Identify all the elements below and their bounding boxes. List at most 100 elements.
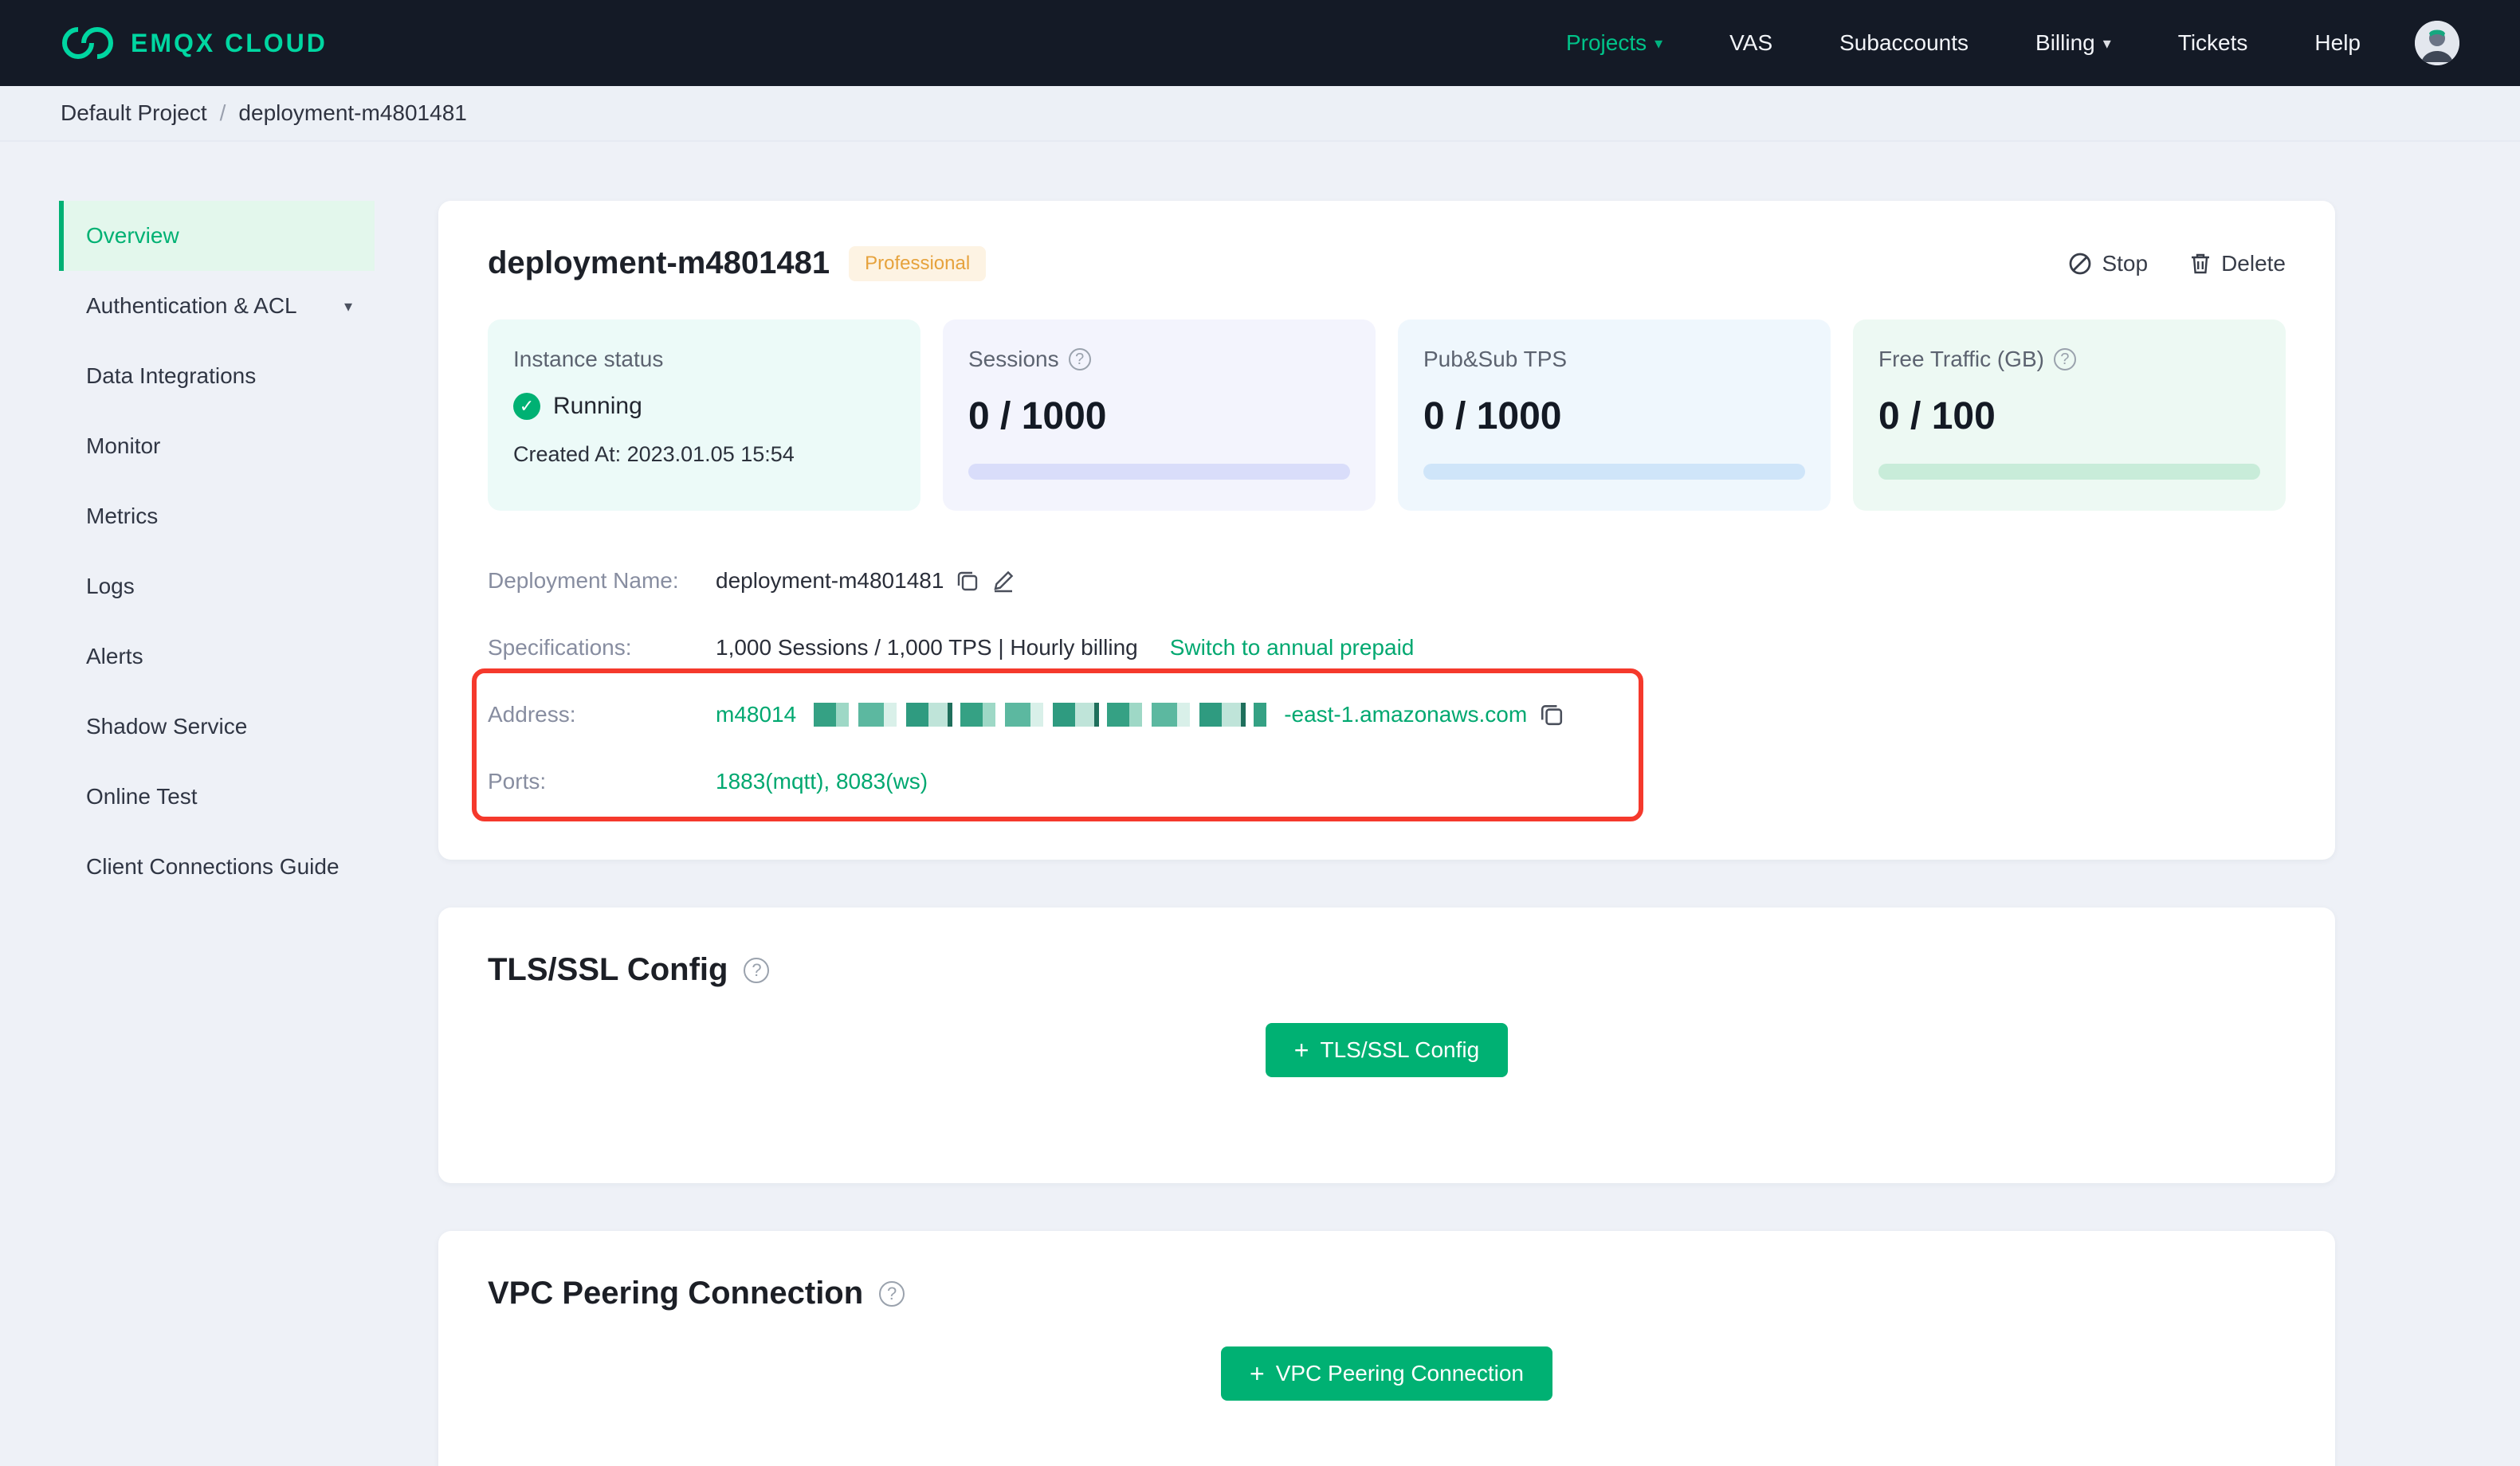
ports-label: Ports:	[488, 769, 547, 794]
sidebar-item-authentication-acl[interactable]: Authentication & ACL ▾	[59, 271, 375, 341]
tls-ssl-header: TLS/SSL Config ?	[488, 952, 2286, 988]
sidebar-item-online-test[interactable]: Online Test	[59, 762, 375, 832]
add-vpc-peering-button[interactable]: + VPC Peering Connection	[1221, 1346, 1552, 1401]
nav-items: Projects ▾ VAS Subaccounts Billing ▾ Tic…	[1566, 30, 2361, 56]
sessions-progress-bar	[968, 464, 1350, 480]
stat-value: 0 / 1000	[1423, 395, 1562, 437]
specifications-label: Specifications:	[488, 635, 632, 660]
avatar[interactable]	[2415, 21, 2459, 65]
tps-progress-bar	[1423, 464, 1805, 480]
status-badge: ✓ Running	[513, 393, 895, 420]
sidebar-item-monitor[interactable]: Monitor	[59, 411, 375, 481]
nav-item-vas-label: VAS	[1729, 30, 1773, 55]
app: EMQX CLOUD Projects ▾ VAS Subaccounts Bi…	[0, 0, 2520, 1466]
plus-icon: +	[1250, 1359, 1265, 1388]
chevron-down-icon: ▾	[343, 297, 352, 316]
switch-annual-prepaid-link[interactable]: Switch to annual prepaid	[1170, 635, 1415, 660]
nav-item-tickets[interactable]: Tickets	[2178, 30, 2248, 56]
edit-icon[interactable]	[991, 569, 1015, 593]
stat-label: Instance status	[513, 347, 664, 371]
vpc-peering-card: VPC Peering Connection ? + VPC Peering C…	[438, 1231, 2335, 1466]
status-text: Running	[553, 393, 642, 419]
nav-item-billing[interactable]: Billing ▾	[2035, 30, 2111, 56]
nav-item-projects[interactable]: Projects ▾	[1566, 30, 1662, 56]
brand-name: EMQX CLOUD	[131, 28, 328, 57]
add-vpc-peering-label: VPC Peering Connection	[1275, 1361, 1524, 1386]
deployment-name-row: Deployment Name: deployment-m4801481	[488, 547, 2286, 614]
sidebar-item-label: Data Integrations	[86, 363, 257, 388]
page-title: deployment-m4801481	[488, 245, 830, 280]
help-icon[interactable]: ?	[1068, 348, 1091, 370]
nav-item-subaccounts-label: Subaccounts	[1839, 30, 1969, 55]
sidebar-item-metrics[interactable]: Metrics	[59, 481, 375, 551]
add-tls-ssl-config-label: TLS/SSL Config	[1320, 1037, 1480, 1062]
help-icon[interactable]: ?	[879, 1280, 905, 1307]
stat-label-text: Free Traffic (GB)	[1878, 347, 2044, 371]
sidebar-item-label: Client Connections Guide	[86, 854, 340, 879]
sidebar-item-label: Authentication & ACL	[86, 293, 297, 318]
specifications-value-wrap: 1,000 Sessions / 1,000 TPS | Hourly bill…	[716, 635, 1414, 660]
breadcrumb-project[interactable]: Default Project	[61, 100, 207, 126]
brand[interactable]: EMQX CLOUD	[61, 24, 328, 62]
address-suffix: -east-1.amazonaws.com	[1284, 702, 1528, 727]
sidebar-item-logs[interactable]: Logs	[59, 551, 375, 621]
breadcrumb-page: deployment-m4801481	[238, 100, 467, 125]
deployment-details: Deployment Name: deployment-m4801481 Spe…	[472, 547, 2286, 821]
ports-row: Ports: 1883(mqtt), 8083(ws)	[488, 748, 2286, 815]
help-icon[interactable]: ?	[2053, 348, 2076, 370]
plus-icon: +	[1293, 1036, 1309, 1064]
sidebar-item-client-connections-guide[interactable]: Client Connections Guide	[59, 832, 375, 902]
stop-button[interactable]: Stop	[2068, 251, 2148, 276]
ports-value: 1883(mqtt), 8083(ws)	[716, 769, 928, 794]
address-row: Address: m48014 -east-1.amazonaws.com	[488, 681, 2286, 748]
nav-item-vas[interactable]: VAS	[1729, 30, 1772, 56]
sidebar-item-label: Metrics	[86, 504, 159, 528]
deployment-overview-card: deployment-m4801481 Professional Stop De…	[438, 201, 2335, 860]
check-circle-icon: ✓	[513, 393, 540, 420]
stat-free-traffic: Free Traffic (GB) ? 0 / 100	[1853, 319, 2286, 511]
breadcrumb-separator: /	[219, 100, 226, 125]
tls-ssl-body: + TLS/SSL Config	[488, 1023, 2286, 1077]
stat-label-text: Pub&Sub TPS	[1423, 347, 1568, 371]
delete-button[interactable]: Delete	[2189, 251, 2286, 276]
nav-item-help-label: Help	[2314, 30, 2361, 55]
specifications-value: 1,000 Sessions / 1,000 TPS | Hourly bill…	[716, 635, 1138, 660]
nav-item-subaccounts[interactable]: Subaccounts	[1839, 30, 1969, 56]
breadcrumb: Default Project / deployment-m4801481	[0, 86, 2520, 142]
sidebar-item-label: Monitor	[86, 433, 161, 458]
sidebar-item-data-integrations[interactable]: Data Integrations	[59, 341, 375, 411]
copy-icon[interactable]	[956, 570, 979, 592]
deployment-name-value-wrap: deployment-m4801481	[716, 568, 1015, 594]
address-prefix: m48014	[716, 702, 797, 727]
sidebar-item-label: Shadow Service	[86, 714, 248, 739]
sidebar-item-label: Online Test	[86, 784, 198, 809]
sidebar-item-label: Logs	[86, 574, 135, 598]
stats-row: Instance status ✓ Running Created At: 20…	[488, 319, 2286, 511]
stat-value: 0 / 100	[1878, 395, 1996, 437]
sidebar-item-alerts[interactable]: Alerts	[59, 621, 375, 692]
stat-label: Free Traffic (GB) ?	[1878, 347, 2260, 372]
tls-ssl-title: TLS/SSL Config	[488, 952, 728, 987]
vpc-peering-body: + VPC Peering Connection	[488, 1346, 2286, 1401]
traffic-progress-bar	[1878, 464, 2260, 480]
stat-label-text: Sessions	[968, 347, 1059, 371]
chevron-down-icon: ▾	[1654, 34, 1663, 53]
stat-value: 0 / 1000	[968, 395, 1107, 437]
vpc-peering-header: VPC Peering Connection ?	[488, 1276, 2286, 1311]
sidebar-item-shadow-service[interactable]: Shadow Service	[59, 692, 375, 762]
plan-badge: Professional	[849, 245, 987, 281]
address-value-wrap: m48014 -east-1.amazonaws.com	[716, 702, 1564, 727]
sidebar-item-overview[interactable]: Overview	[59, 201, 375, 271]
main-content: deployment-m4801481 Professional Stop De…	[438, 201, 2335, 1466]
emqx-logo-icon	[61, 24, 115, 62]
help-icon[interactable]: ?	[744, 957, 770, 983]
add-tls-ssl-config-button[interactable]: + TLS/SSL Config	[1265, 1023, 1509, 1077]
deployment-actions: Stop Delete	[2068, 251, 2286, 276]
stop-button-label: Stop	[2102, 250, 2149, 276]
copy-icon[interactable]	[1540, 703, 1564, 727]
nav-item-projects-label: Projects	[1565, 30, 1647, 55]
deployment-header: deployment-m4801481 Professional Stop De…	[488, 245, 2286, 281]
stop-icon	[2068, 252, 2092, 276]
top-navbar: EMQX CLOUD Projects ▾ VAS Subaccounts Bi…	[0, 0, 2520, 86]
nav-item-help[interactable]: Help	[2314, 30, 2361, 56]
